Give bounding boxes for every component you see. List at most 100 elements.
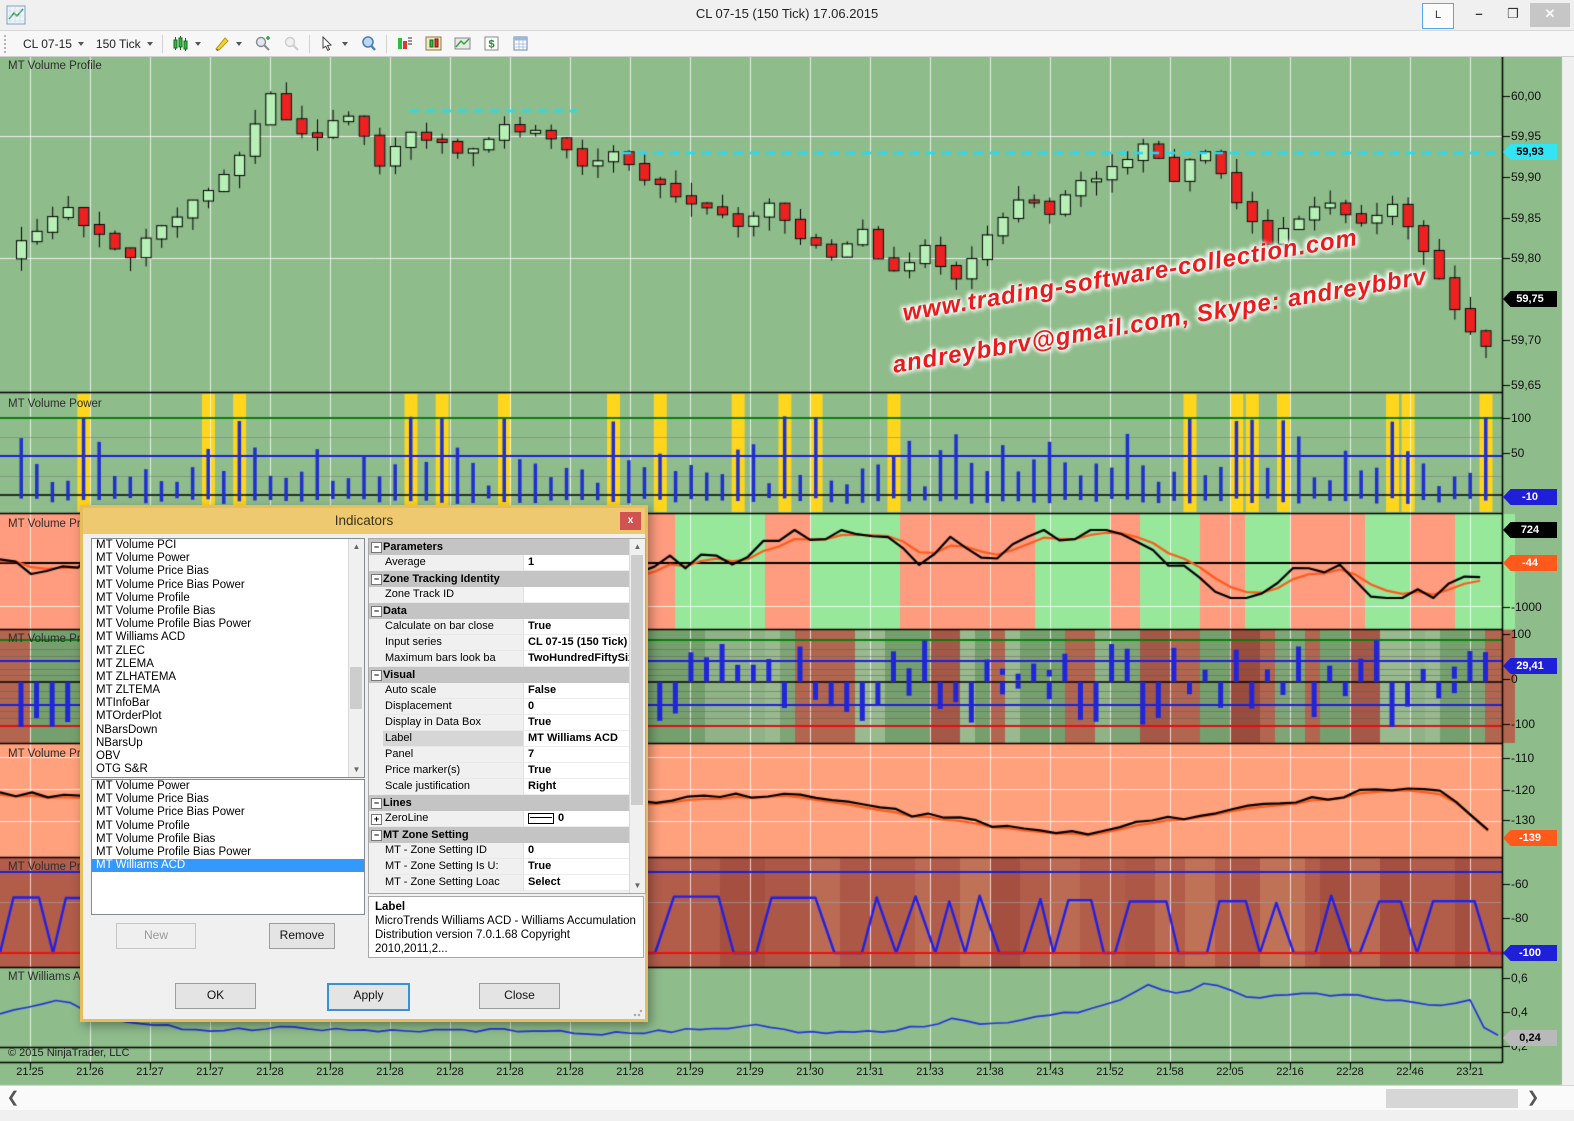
close-button[interactable]: ✕ (1530, 3, 1570, 27)
instrument-selector[interactable]: CL 07-15 (17, 35, 90, 53)
cursor-button[interactable] (313, 33, 354, 54)
list-item[interactable]: MT Volume Power (92, 552, 364, 565)
scrollbar-thumb[interactable] (631, 555, 643, 805)
list-item[interactable]: OBV (92, 750, 364, 763)
list-item[interactable]: MT Williams ACD (92, 631, 364, 644)
collapse-icon[interactable]: − (371, 606, 382, 617)
property-value[interactable]: 1 (524, 555, 645, 571)
property-value[interactable]: Select (524, 875, 645, 891)
grid-property-row[interactable]: Input seriesCL 07-15 (150 Tick) (369, 635, 645, 651)
close-dialog-button[interactable]: Close (479, 983, 560, 1009)
list-item[interactable]: MT Volume Profile Bias (92, 833, 364, 846)
scroll-down-arrow[interactable]: ▼ (349, 762, 364, 777)
available-indicators-list[interactable]: MT Volume PCIMT Volume PowerMT Volume Pr… (91, 538, 365, 778)
data-grid-button[interactable] (506, 33, 535, 54)
property-value[interactable]: 7 (524, 747, 645, 763)
property-value[interactable]: True (524, 715, 645, 731)
grid-property-row[interactable]: Calculate on bar closeTrue (369, 619, 645, 635)
grid-section-row[interactable]: −Lines (369, 795, 645, 811)
grid-property-row[interactable]: Maximum bars look baTwoHundredFiftySix (369, 651, 645, 667)
account-button[interactable]: $ (477, 33, 506, 54)
list-item[interactable]: MT Volume Price Bias Power (92, 806, 364, 819)
collapse-icon[interactable]: − (371, 542, 382, 553)
grid-property-row[interactable]: +ZeroLine0 (369, 811, 645, 827)
property-value[interactable]: 0 (524, 843, 645, 859)
grid-property-row[interactable]: Price marker(s)True (369, 763, 645, 779)
horizontal-scrollbar[interactable]: ❮ ❯ (0, 1085, 1574, 1111)
list-item[interactable]: MT Volume Profile Bias Power (92, 618, 364, 631)
minimize-button[interactable]: – (1462, 3, 1496, 27)
list-item[interactable]: MT Volume Power (92, 780, 364, 793)
remove-button[interactable]: Remove (269, 923, 335, 949)
scroll-up-arrow[interactable]: ▲ (349, 539, 364, 554)
property-value[interactable] (524, 587, 645, 603)
grid-section-row[interactable]: −MT Zone Setting (369, 827, 645, 843)
expand-icon[interactable]: + (371, 814, 382, 825)
grid-property-row[interactable]: MT - Zone Setting LoacSelect (369, 875, 645, 891)
applied-indicators-list[interactable]: MT Volume PowerMT Volume Price BiasMT Vo… (91, 779, 365, 915)
collapse-icon[interactable]: − (371, 574, 382, 585)
scroll-down-arrow[interactable]: ▼ (630, 878, 645, 893)
property-value[interactable]: CL 07-15 (150 Tick) (524, 635, 645, 651)
list-item[interactable]: MT ZLHATEMA (92, 671, 364, 684)
property-value[interactable]: True (524, 763, 645, 779)
zoom-out-button[interactable] (277, 33, 306, 54)
scrollbar-thumb[interactable] (350, 667, 362, 709)
property-value[interactable]: Right (524, 779, 645, 795)
draw-button[interactable] (207, 33, 248, 54)
list-item[interactable]: MT Williams ACD (92, 859, 364, 872)
list-item[interactable]: MT Volume Profile (92, 592, 364, 605)
grid-property-row[interactable]: MT - Zone Setting ID0 (369, 843, 645, 859)
grid-property-row[interactable]: Scale justificationRight (369, 779, 645, 795)
list-item[interactable]: OTG S&R (92, 763, 364, 776)
grid-property-row[interactable]: Displacement0 (369, 699, 645, 715)
chart-trader-button[interactable] (419, 33, 448, 54)
grid-property-row[interactable]: Average1 (369, 555, 645, 571)
property-value[interactable]: 0 (524, 811, 645, 827)
list-item[interactable]: NBarsUp (92, 737, 364, 750)
grid-property-row[interactable]: Auto scaleFalse (369, 683, 645, 699)
chart-style-button[interactable] (166, 33, 207, 54)
scrollbar-thumb[interactable] (1386, 1089, 1518, 1108)
list-item[interactable]: MT Volume PCI (92, 539, 364, 552)
collapse-icon[interactable]: − (371, 798, 382, 809)
grid-property-row[interactable]: Display in Data BoxTrue (369, 715, 645, 731)
apply-button[interactable]: Apply (327, 983, 410, 1011)
list-item[interactable]: MT Volume Price Bias (92, 793, 364, 806)
list-item[interactable]: NBarsDown (92, 724, 364, 737)
grid-section-row[interactable]: −Zone Tracking Identity (369, 571, 645, 587)
grid-property-row[interactable]: Panel7 (369, 747, 645, 763)
dialog-close-icon[interactable]: x (620, 512, 641, 530)
scroll-up-arrow[interactable]: ▲ (630, 539, 645, 554)
property-value[interactable]: TwoHundredFiftySix (524, 651, 645, 667)
available-list-scrollbar[interactable]: ▲ ▼ (348, 539, 364, 777)
link-button[interactable]: L (1422, 3, 1454, 29)
scroll-left-arrow[interactable]: ❮ (4, 1088, 22, 1108)
property-value[interactable]: True (524, 619, 645, 635)
list-item[interactable]: MT Volume Price Bias (92, 565, 364, 578)
dialog-resize-grip[interactable] (633, 1007, 643, 1017)
property-value[interactable]: True (524, 859, 645, 875)
grid-property-row[interactable]: LabelMT Williams ACD (369, 731, 645, 747)
indicators-button[interactable] (390, 33, 419, 54)
grid-scrollbar[interactable]: ▲ ▼ (629, 539, 645, 893)
list-item[interactable]: MT Volume Price Bias Power (92, 579, 364, 592)
property-value[interactable]: False (524, 683, 645, 699)
list-item[interactable]: MTInfoBar (92, 697, 364, 710)
dialog-title[interactable]: Indicators (83, 508, 645, 534)
scroll-right-arrow[interactable]: ❯ (1524, 1088, 1542, 1108)
property-value[interactable]: 0 (524, 699, 645, 715)
interval-selector[interactable]: 150 Tick (90, 35, 159, 53)
ok-button[interactable]: OK (175, 983, 256, 1009)
grid-section-row[interactable]: −Parameters (369, 539, 645, 555)
list-item[interactable]: MT ZLTEMA (92, 684, 364, 697)
grid-section-row[interactable]: −Visual (369, 667, 645, 683)
snapshot-button[interactable] (448, 33, 477, 54)
property-grid[interactable]: −ParametersAverage1−Zone Tracking Identi… (368, 538, 646, 894)
property-value[interactable]: MT Williams ACD (524, 731, 645, 747)
list-item[interactable]: MT Volume Profile Bias (92, 605, 364, 618)
grid-property-row[interactable]: Zone Track ID (369, 587, 645, 603)
collapse-icon[interactable]: − (371, 670, 382, 681)
toolbar-grip[interactable] (4, 35, 13, 53)
list-item[interactable]: MT Volume Profile (92, 820, 364, 833)
